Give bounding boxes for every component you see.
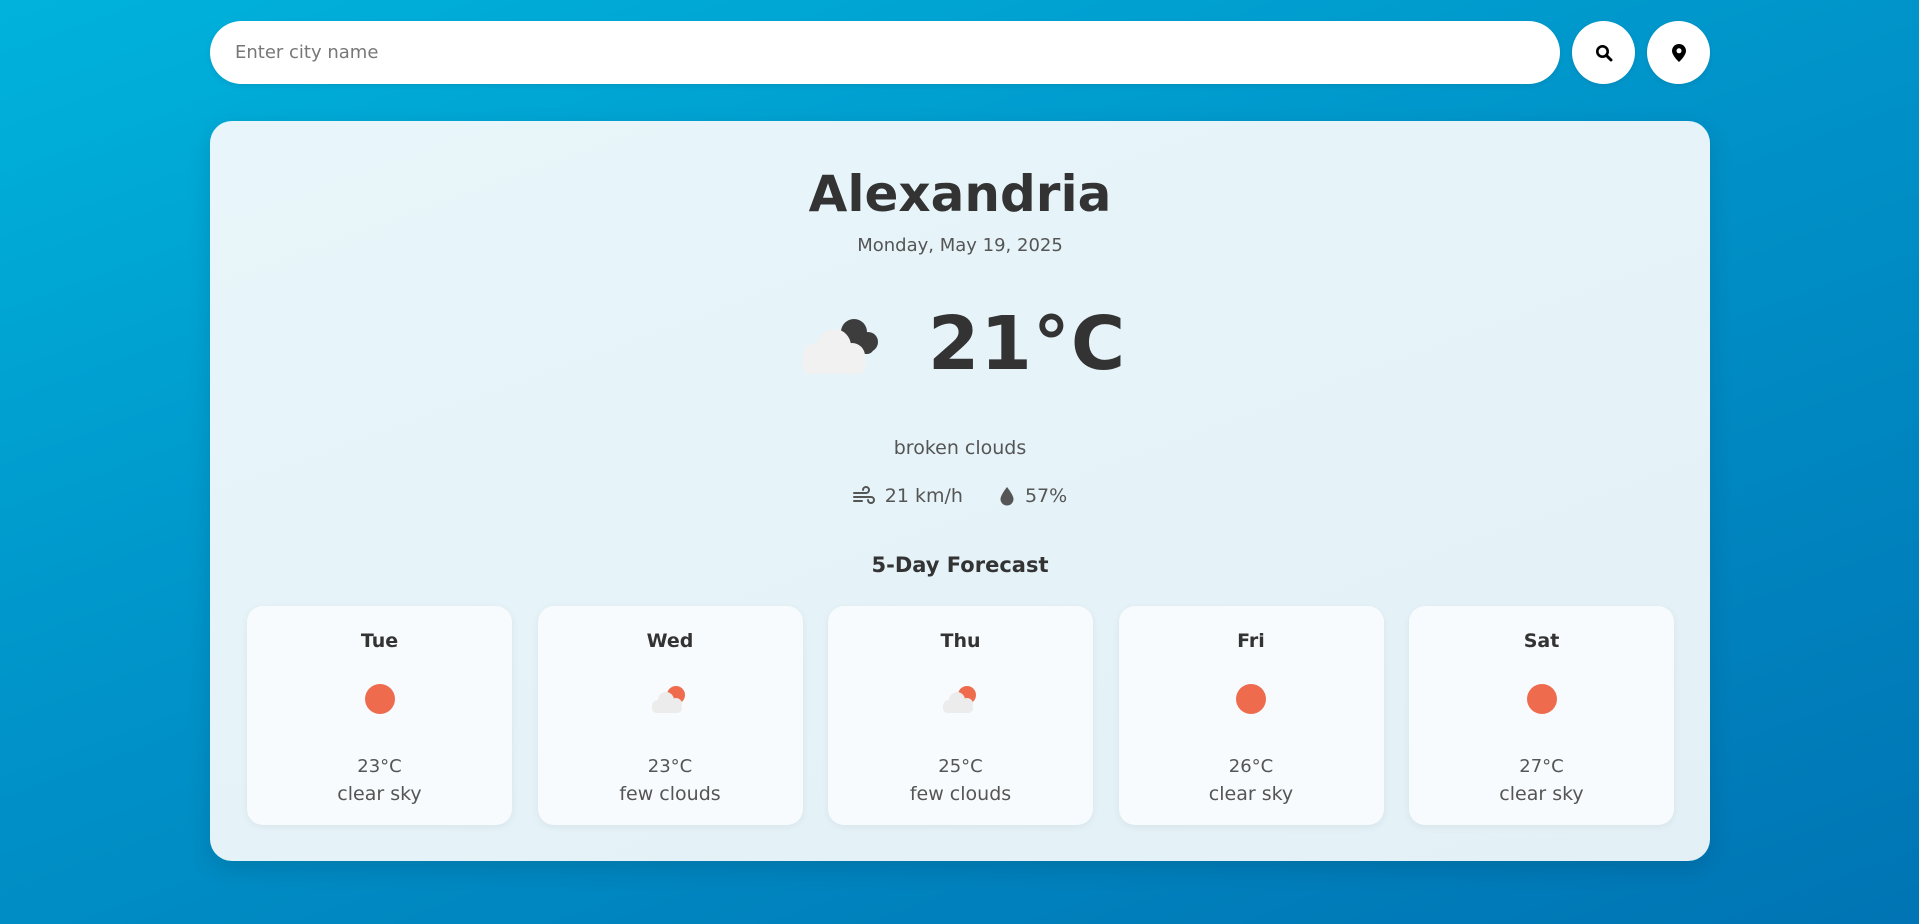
forecast-day-card: Tue 23°C clear sky (247, 606, 512, 825)
current-date: Monday, May 19, 2025 (857, 235, 1063, 256)
forecast-temp: 23°C (647, 756, 693, 777)
forecast-day-card: Sat 27°C clear sky (1409, 606, 1674, 825)
forecast-temp: 27°C (1519, 756, 1564, 777)
clear-sky-icon (364, 684, 395, 714)
city-search-input[interactable] (210, 21, 1560, 84)
search-bar (210, 21, 1710, 84)
wind-icon (852, 486, 875, 504)
current-conditions: 21°C (210, 301, 1710, 387)
broken-clouds-icon (801, 319, 878, 374)
few-clouds-icon (942, 686, 976, 713)
forecast-description: few clouds (909, 783, 1012, 805)
forecast-temp: 26°C (1228, 756, 1274, 777)
forecast-description: clear sky (1208, 783, 1294, 805)
search-button[interactable] (1572, 21, 1635, 84)
humidity-drop-icon (1000, 487, 1014, 506)
weather-card: Alexandria Monday, May 19, 2025 21°C bro… (210, 121, 1710, 861)
forecast-list: Tue 23°C clear sky Wed 23°C few clouds T… (247, 606, 1674, 825)
clear-sky-icon (1236, 684, 1266, 714)
forecast-day-card: Wed 23°C few clouds (537, 606, 803, 825)
forecast-title: 5-Day Forecast (871, 553, 1049, 577)
humidity: 57% (999, 485, 1067, 507)
current-temperature: 21°C (927, 301, 1127, 387)
forecast-temp: 23°C (357, 756, 402, 777)
forecast-day-card: Thu 25°C few clouds (828, 606, 1093, 825)
forecast-description: clear sky (1499, 783, 1584, 805)
forecast-day-name: Wed (646, 630, 694, 652)
search-icon (1595, 44, 1612, 61)
forecast-day-name: Sat (1523, 630, 1560, 652)
forecast-day-name: Thu (940, 630, 981, 652)
forecast-day-card: Fri 26°C clear sky (1118, 606, 1384, 825)
forecast-day-name: Fri (1237, 630, 1265, 652)
few-clouds-icon (652, 686, 685, 713)
forecast-temp: 25°C (938, 756, 983, 777)
weather-description: broken clouds (893, 437, 1027, 459)
clear-sky-icon (1526, 684, 1557, 714)
wind-speed: 21 km/h (852, 485, 963, 507)
current-location-button[interactable] (1647, 21, 1710, 84)
wind-speed-value: 21 km/h (884, 485, 963, 507)
humidity-value: 57% (1024, 485, 1068, 507)
weather-details: 21 km/h 57% (210, 485, 1710, 507)
forecast-day-name: Tue (360, 630, 399, 652)
forecast-description: clear sky (337, 783, 422, 805)
forecast-description: few clouds (619, 783, 721, 805)
location-pin-icon (1671, 43, 1686, 62)
city-name: Alexandria (808, 165, 1112, 223)
